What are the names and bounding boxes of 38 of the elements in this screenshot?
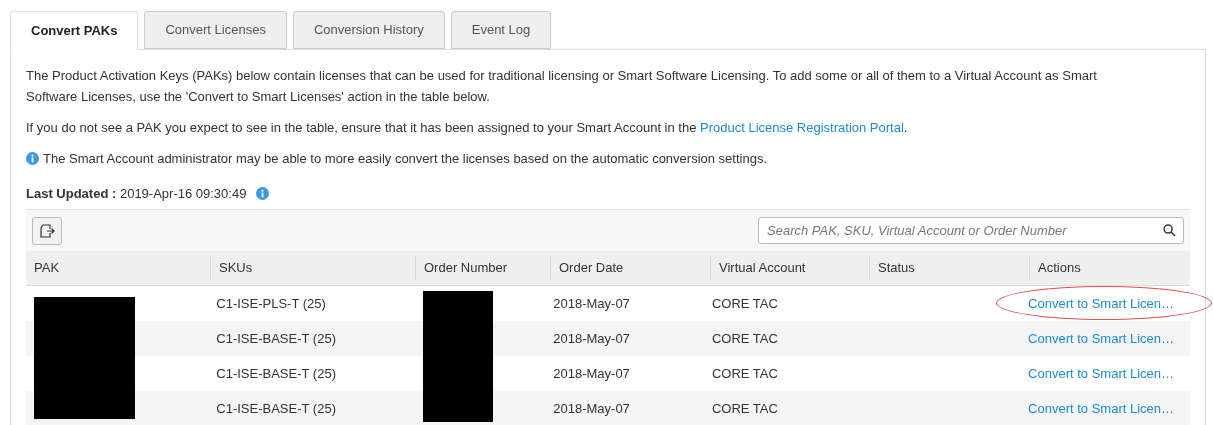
table-cell: 2018-May-07	[553, 330, 630, 346]
table-cell: 2018-May-07	[553, 365, 630, 381]
tab[interactable]: Convert PAKs	[10, 11, 139, 50]
column-header: Actions	[1038, 259, 1081, 278]
last-updated: Last Updated : 2019-Apr-16 09:30:49	[26, 185, 247, 203]
table-cell: 2018-May-07	[553, 400, 630, 416]
table-cell: C1-ISE-BASE-T (25)	[216, 365, 336, 381]
info-icon	[26, 152, 39, 165]
convert-link[interactable]: Convert to Smart Licen…	[1028, 328, 1182, 349]
table-cell: CORE TAC	[711, 330, 778, 346]
convert-link[interactable]: Convert to Smart Licen…	[1028, 293, 1182, 314]
table-cell: CORE TAC	[711, 295, 778, 311]
column-header: SKUs	[219, 259, 253, 278]
search-icon	[1163, 224, 1176, 237]
tab[interactable]: Convert Licenses	[144, 11, 287, 49]
info-icon	[256, 187, 270, 200]
column-header: Order Date	[559, 259, 624, 278]
column-header: Order Number	[424, 259, 508, 278]
export-button[interactable]	[32, 216, 62, 245]
convert-link[interactable]: Convert to Smart Licen…	[1028, 398, 1182, 419]
table-cell: C1-ISE-BASE-T (25)	[216, 330, 336, 346]
table-cell: CORE TAC	[711, 365, 778, 381]
convert-link[interactable]: Convert to Smart Licen…	[1028, 363, 1182, 384]
portal-link[interactable]: Product License Registration Portal	[700, 120, 904, 135]
intro-paragraph: The Product Activation Keys (PAKs) below contain licenses that can be used for traditional licensing or Smart Software Licensing. To add some or all of them to a Virtual Account as Smart Software Licenses, use the 'Convert to Smart Licenses' action in the table below.	[26, 67, 1098, 106]
tab[interactable]: Event Log	[450, 11, 552, 49]
tab[interactable]: Conversion History	[292, 11, 445, 49]
pak-note: If you do not see a PAK you expect to see in the table, ensure that it has been assigned to your Smart Account in the Product License Registration Portal.	[26, 119, 909, 137]
table-cell: C1-ISE-PLS-T (25)	[216, 295, 326, 311]
column-header: Virtual Account	[719, 259, 806, 278]
table-cell: C1-ISE-BASE-T (25)	[216, 400, 336, 416]
column-header: PAK	[34, 259, 60, 278]
info-note: The Smart Account administrator may be able to more easily convert the licenses based on the automatic conversion settings.	[43, 150, 768, 168]
table-cell: CORE TAC	[711, 400, 778, 416]
search-field[interactable]: Search PAK, SKU, Virtual Account or Order Number	[758, 217, 1184, 244]
table-cell: 2018-May-07	[553, 295, 630, 311]
column-header: Status	[878, 259, 915, 278]
export-icon	[39, 222, 55, 239]
